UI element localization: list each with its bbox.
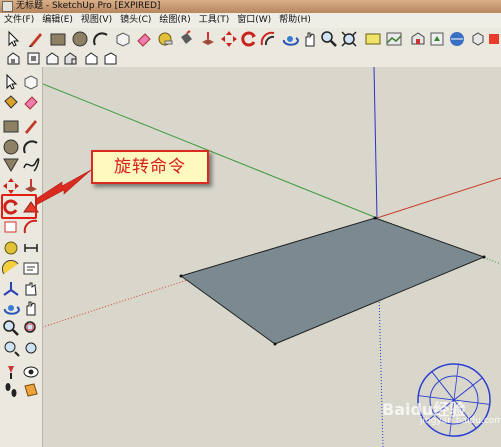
move-tool-icon[interactable] (220, 30, 238, 48)
large-tool-set (0, 67, 43, 447)
offset-icon[interactable] (22, 218, 40, 236)
make-component-icon[interactable] (114, 30, 132, 48)
paint-bucket-icon[interactable] (177, 30, 195, 48)
zoom-extents-icon[interactable] (22, 339, 40, 357)
blue-axis (373, 67, 378, 219)
select-tool-icon[interactable] (4, 30, 22, 48)
views-toolbar (0, 50, 501, 68)
rotate-command-callout: 旋转命令 (91, 150, 209, 184)
menu-draw[interactable]: 绘图(R) (155, 13, 194, 28)
dimension-icon[interactable] (22, 239, 40, 257)
paint-bucket-icon[interactable] (2, 93, 20, 111)
main-toolbar (0, 28, 501, 51)
front-view-icon[interactable] (45, 51, 60, 66)
toggle-terrain-icon[interactable] (385, 30, 403, 48)
select-arrow-icon[interactable] (2, 73, 20, 91)
orbit-tool-icon[interactable] (281, 30, 299, 48)
tape-measure-icon[interactable] (2, 239, 20, 257)
top-view-icon[interactable] (26, 51, 41, 66)
iso-view-icon[interactable] (6, 51, 21, 66)
circle-tool-icon[interactable] (71, 30, 89, 48)
zoom-tool-icon[interactable] (320, 30, 338, 48)
eraser-icon[interactable] (22, 93, 40, 111)
rotate-tool-icon[interactable] (240, 30, 258, 48)
3d-text-icon[interactable] (22, 280, 40, 298)
axes-icon[interactable] (2, 280, 20, 298)
arc-icon[interactable] (22, 138, 40, 156)
components-icon[interactable] (469, 30, 487, 48)
orbit-icon[interactable] (2, 299, 20, 317)
zoom-icon[interactable] (2, 319, 20, 337)
sketchup-logo-icon (2, 1, 13, 12)
push-pull-icon[interactable] (22, 177, 40, 195)
menu-tools[interactable]: 工具(T) (195, 13, 234, 28)
menu-view[interactable]: 视图(V) (77, 13, 116, 28)
zoom-extents-icon[interactable] (340, 30, 358, 48)
drawing-canvas[interactable] (43, 67, 501, 447)
freehand-icon[interactable] (22, 156, 40, 174)
baidu-watermark-url: jingyan.baidu.com (420, 416, 501, 426)
component-icon[interactable] (22, 73, 40, 91)
rotate-tool-highlight (1, 194, 37, 219)
menu-edit[interactable]: 编辑(E) (38, 13, 77, 28)
position-camera-icon[interactable] (2, 363, 20, 381)
line-icon[interactable] (22, 117, 40, 135)
zoom-window-icon[interactable] (22, 319, 40, 337)
rectangle-tool-icon[interactable] (49, 30, 67, 48)
section-plane-icon[interactable] (22, 381, 40, 399)
back-view-icon[interactable] (84, 51, 99, 66)
model-viewport (43, 67, 501, 447)
callout-text: 旋转命令 (114, 157, 186, 177)
right-view-icon[interactable] (63, 51, 78, 66)
offset-tool-icon[interactable] (259, 30, 277, 48)
scale-icon[interactable] (2, 218, 20, 236)
red-axis (376, 177, 501, 219)
push-pull-icon[interactable] (199, 30, 217, 48)
menu-camera[interactable]: 镜头(C) (116, 13, 155, 28)
menu-file[interactable]: 文件(F) (0, 13, 38, 28)
circle-icon[interactable] (2, 138, 20, 156)
arc-tool-icon[interactable] (92, 30, 110, 48)
extension-warehouse-icon[interactable] (486, 30, 501, 48)
text-icon[interactable] (22, 260, 40, 278)
left-view-icon[interactable] (103, 51, 118, 66)
walk-icon[interactable] (2, 381, 20, 399)
protractor-icon[interactable] (2, 260, 20, 278)
previous-view-icon[interactable] (2, 339, 20, 357)
move-icon[interactable] (2, 177, 20, 195)
share-model-icon[interactable] (448, 30, 466, 48)
look-around-icon[interactable] (22, 363, 40, 381)
title-bar: 无标题 - SketchUp Pro [EXPIRED] (0, 0, 501, 13)
tape-measure-icon[interactable] (156, 30, 174, 48)
polygon-icon[interactable] (2, 156, 20, 174)
pan-icon[interactable] (22, 299, 40, 317)
menu-help[interactable]: 帮助(H) (275, 13, 315, 28)
rectangle-icon[interactable] (2, 117, 20, 135)
preview-model-icon[interactable] (409, 30, 427, 48)
pencil-tool-icon[interactable] (27, 30, 45, 48)
get-models-icon[interactable] (428, 30, 446, 48)
rectangle-face[interactable] (179, 217, 486, 345)
menu-window[interactable]: 窗口(W) (233, 13, 275, 28)
add-location-icon[interactable] (364, 30, 382, 48)
menu-bar: 文件(F) 编辑(E) 视图(V) 镜头(C) 绘图(R) 工具(T) 窗口(W… (0, 13, 501, 29)
window-title: 无标题 - SketchUp Pro [EXPIRED] (16, 1, 161, 11)
eraser-tool-icon[interactable] (135, 30, 153, 48)
pan-tool-icon[interactable] (301, 30, 319, 48)
